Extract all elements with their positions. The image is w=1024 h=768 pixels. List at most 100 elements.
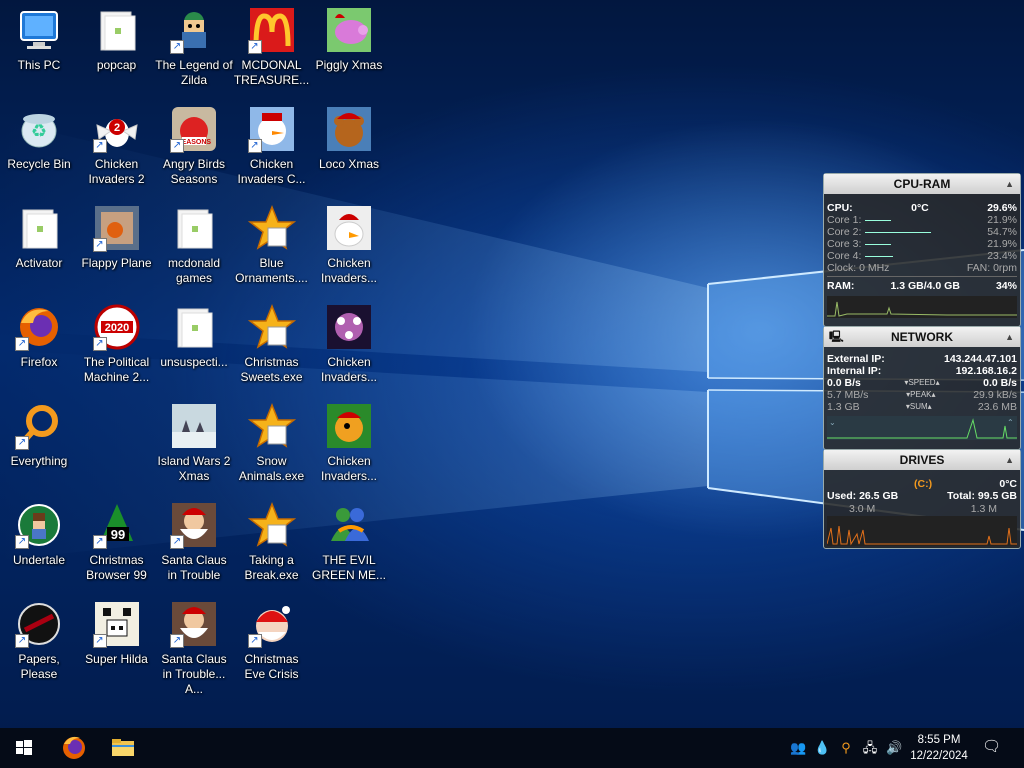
collapse-icon[interactable]: ▲ [1005, 327, 1014, 347]
desktop-icon-island-wars-2-xmas[interactable]: Island Wars 2 Xmas [155, 400, 233, 484]
desktop-icon-the-legend-of-zilda[interactable]: ↗ The Legend of Zilda [155, 4, 233, 88]
folder-icon [170, 303, 218, 351]
desktop-icon-papers-please[interactable]: ↗ Papers, Please [0, 598, 78, 682]
drive-letter[interactable]: (C:) [914, 478, 932, 490]
network-icon[interactable]: 🖧 [862, 740, 878, 756]
chicken-icon: 2 ↗ [92, 105, 141, 153]
people-icon[interactable]: 👥 [790, 740, 806, 756]
peak-up: 29.9 kB/s [973, 389, 1017, 401]
collapse-icon[interactable]: ▲ [1005, 174, 1014, 194]
desktop-icon-christmas-sweets-exe[interactable]: Christmas Sweets.exe [233, 301, 311, 385]
taskbar: 👥 💧 ⚲ 🖧 🔊 8:55 PM 12/22/2024 🗨 [0, 728, 1024, 768]
taskbar-explorer-button[interactable] [99, 728, 147, 768]
internal-ip-label: Internal IP: [827, 365, 882, 377]
desktop-icon-label: mcdonald games [167, 256, 221, 285]
desktop-icon-firefox[interactable]: ↗ Firefox [0, 301, 78, 370]
desktop-icon-chicken-invaders[interactable]: Chicken Invaders... [310, 400, 388, 484]
desktop-icon-this-pc[interactable]: This PC [0, 4, 78, 73]
desktop-icon-label: Chicken Invaders... [320, 355, 378, 384]
desktop-icon-loco-xmas[interactable]: Loco Xmas [310, 103, 388, 172]
shortcut-arrow-icon: ↗ [247, 40, 262, 54]
shortcut-arrow-icon: ↗ [15, 436, 29, 450]
speed-label: ▾SPEED▴ [904, 378, 940, 387]
drives-header[interactable]: DRIVES ▲ [824, 450, 1020, 470]
search-tool-icon[interactable]: ⚲ [838, 740, 854, 756]
network-graph: ⌄ ⌃ [827, 416, 1017, 440]
action-center-icon[interactable]: 🗨 [982, 739, 1001, 755]
desktop-icon-taking-a-break-exe[interactable]: Taking a Break.exe [233, 499, 311, 583]
clock[interactable]: 8:55 PM 12/22/2024 [900, 732, 978, 764]
firefox-icon: ↗ [15, 303, 63, 351]
network-title: NETWORK [891, 330, 953, 344]
shortcut-arrow-icon: ↗ [92, 238, 107, 252]
network-gadget[interactable]: 🖳 NETWORK ▲ External IP: 143.244.47.101 … [823, 326, 1021, 450]
desktop-icon-undertale[interactable]: ↗ Undertale [0, 499, 78, 568]
core-value: 54.7% [987, 226, 1017, 238]
desktop-icon-chicken-invaders-2[interactable]: 2 ↗ Chicken Invaders 2 [78, 103, 156, 187]
core-bar [865, 255, 894, 257]
desktop-icon-unsuspecti[interactable]: unsuspecti... [155, 301, 233, 370]
desktop-icon-label: Everything [10, 454, 68, 468]
chicken2-icon [325, 204, 373, 252]
desktop-icon-activator[interactable]: Activator [0, 202, 78, 271]
desktop-icon-recycle-bin[interactable]: ♻ Recycle Bin [0, 103, 78, 172]
taskbar-firefox-button[interactable] [50, 728, 98, 768]
desktop-icon-chicken-invaders-c[interactable]: ↗ Chicken Invaders C... [233, 103, 311, 187]
desktop-icon-santa-claus-in-trouble-a[interactable]: ↗ Santa Claus in Trouble... A... [155, 598, 233, 697]
desktop-icon-chicken-invaders[interactable]: Chicken Invaders... [310, 202, 388, 286]
sum-label: ▾SUM▴ [905, 402, 932, 411]
angry-icon: SEASONS ↗ [170, 105, 218, 153]
desktop-icon-mcdonal-treasure[interactable]: ↗ MCDONAL TREASURE... [233, 4, 311, 88]
desktop-icon-snow-animals-exe[interactable]: Snow Animals.exe [233, 400, 311, 484]
desktop-icon-label: Angry Birds Seasons [162, 157, 226, 186]
desktop-icon-label: Undertale [12, 553, 66, 567]
core-label: Core 1: [827, 214, 862, 226]
svg-text:99: 99 [110, 527, 124, 542]
desktop-icon-flappy-plane[interactable]: ↗ Flappy Plane [78, 202, 156, 271]
desktop-icon-the-political-machine-2[interactable]: 2020 ↗ The Political Machine 2... [78, 301, 156, 385]
desktop-icon-popcap[interactable]: popcap [78, 4, 156, 73]
desktop-icon-christmas-eve-crisis[interactable]: ↗ Christmas Eve Crisis [233, 598, 311, 682]
desktop-icon-label: Santa Claus in Trouble [161, 553, 227, 582]
desktop-icon-label: MCDONAL TREASURE... [233, 58, 310, 87]
desktop-icon-label: Blue Ornaments.... [235, 256, 308, 285]
core-value: 21.9% [987, 214, 1017, 226]
cpu-ram-gadget[interactable]: CPU-RAM ▲ CPU: 0°C 29.6% Core 1: 21.9% Cor… [823, 173, 1021, 327]
clock-date: 12/22/2024 [910, 750, 968, 762]
start-button[interactable] [0, 728, 48, 768]
external-ip-label: External IP: [827, 353, 885, 365]
shortcut-arrow-icon: ↗ [170, 40, 184, 54]
cpu-ram-header[interactable]: CPU-RAM ▲ [824, 174, 1020, 194]
desktop-icon-christmas-browser-99[interactable]: 99 ↗ Christmas Browser 99 [78, 499, 156, 583]
desktop-icon-label: Papers, Please [18, 652, 60, 681]
core-bar [865, 231, 932, 233]
desktop-icon-blue-ornaments[interactable]: Blue Ornaments.... [233, 202, 311, 286]
pc-icon [15, 6, 63, 54]
collapse-icon[interactable]: ▲ [1005, 450, 1014, 470]
core-row: Core 1: 21.9% [824, 214, 1020, 226]
desktop-icon-santa-claus-in-trouble[interactable]: ↗ Santa Claus in Trouble [155, 499, 233, 583]
drop-icon[interactable]: 💧 [814, 740, 830, 756]
cpu-fan: FAN: 0rpm [966, 262, 1017, 274]
chicken4-icon [325, 402, 373, 450]
shortcut-arrow-icon: ↗ [15, 337, 29, 351]
folder-icon [112, 739, 134, 756]
desktop-icon-label: unsuspecti... [160, 355, 228, 369]
santa2-icon: ↗ [247, 600, 296, 648]
desktop-icon-label: Piggly Xmas [315, 58, 383, 72]
bear-icon [325, 105, 373, 153]
drives-gadget[interactable]: DRIVES ▲ (C:) 0°C Used: 26.5 GB Total: 9… [823, 449, 1021, 549]
desktop-icon-mcdonald-games[interactable]: mcdonald games [155, 202, 233, 286]
desktop-icon-label: Snow Animals.exe [238, 454, 305, 483]
desktop-icon-super-hilda[interactable]: ↗ Super Hilda [78, 598, 156, 667]
desktop-icon-chicken-invaders[interactable]: Chicken Invaders... [310, 301, 388, 385]
core-value: 21.9% [987, 238, 1017, 250]
network-header[interactable]: 🖳 NETWORK ▲ [824, 327, 1020, 347]
desktop-icon-angry-birds-seasons[interactable]: SEASONS ↗ Angry Birds Seasons [155, 103, 233, 187]
msn-icon [325, 501, 373, 549]
svg-text:♻: ♻ [31, 121, 47, 141]
drive-write: 1.3 M [970, 503, 997, 515]
desktop-icon-everything[interactable]: ↗ Everything [0, 400, 78, 469]
desktop-icon-piggly-xmas[interactable]: Piggly Xmas [310, 4, 388, 73]
desktop-icon-the-evil-green-me[interactable]: THE EVIL GREEN ME... [310, 499, 388, 583]
